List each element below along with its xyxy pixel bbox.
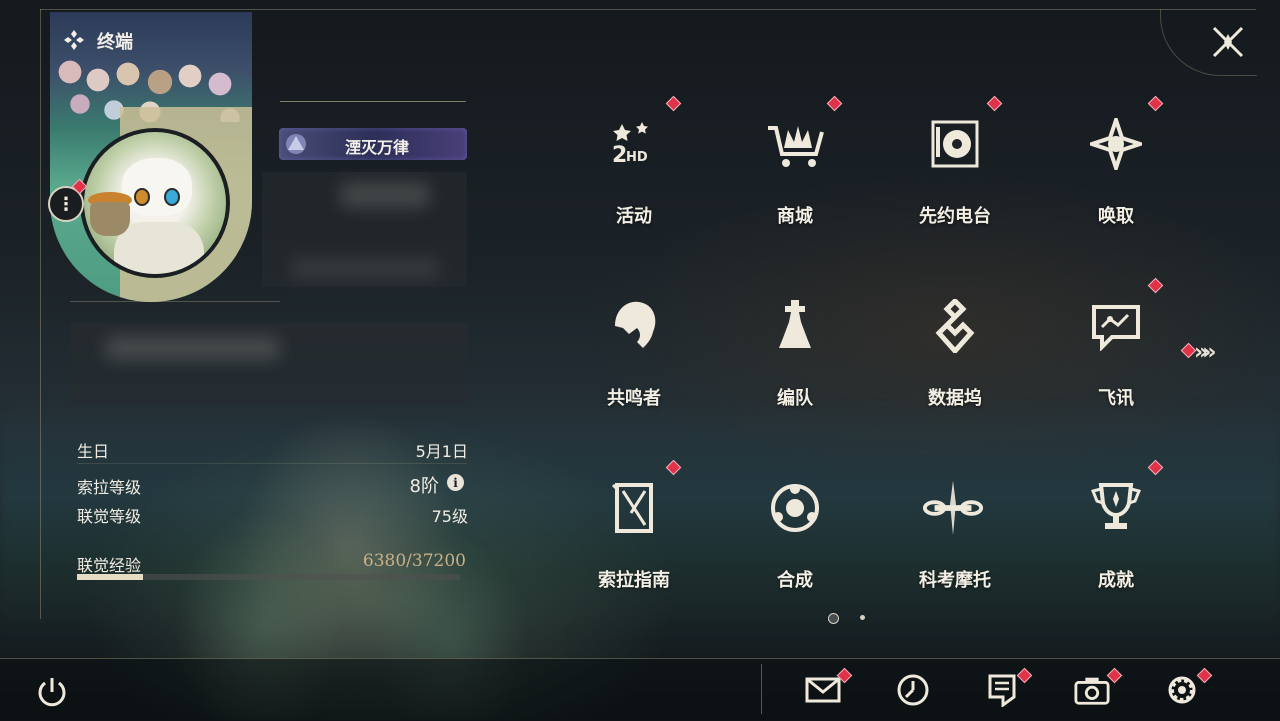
event-2hd-icon: 2 HD (602, 112, 666, 176)
title-badge-text: 湮灭万律 (345, 138, 410, 157)
terminal-diamond-icon (64, 30, 84, 50)
next-page-arrow-icon[interactable]: »» (1194, 340, 1217, 365)
shop-badge (826, 95, 843, 112)
title-emblem-icon (286, 134, 306, 154)
resonator-portrait-icon (602, 294, 666, 358)
summon-compass-icon (1084, 112, 1148, 176)
exp-value: 6380/37200 (362, 551, 466, 571)
guide-badge (665, 459, 682, 476)
menu-label: 共鸣者 (607, 388, 661, 409)
menu-label: 活动 (616, 206, 652, 227)
menu-item-radio[interactable]: 先约电台 (905, 94, 1065, 244)
radio-badge (986, 95, 1003, 112)
clock-icon[interactable] (895, 672, 931, 708)
message-chat-icon (1084, 294, 1148, 358)
frame-left-line (40, 9, 41, 619)
mail-icon[interactable] (805, 672, 841, 708)
menu-label: 编队 (777, 388, 813, 409)
page-title: 终端 (97, 32, 133, 53)
signature-area[interactable] (70, 323, 468, 403)
menu-label: 合成 (777, 570, 813, 591)
radio-icon (923, 112, 987, 176)
title-divider (280, 101, 466, 102)
menu-item-shop[interactable]: 商城 (745, 94, 905, 244)
menu-item-achievements[interactable]: 成就 (1066, 458, 1226, 608)
union-level-value: 75级 (431, 507, 468, 526)
power-icon[interactable] (34, 674, 70, 710)
trophy-icon (1084, 476, 1148, 540)
menu-label: 商城 (777, 206, 813, 227)
frame-top-line (40, 9, 1256, 10)
guide-book-icon (602, 476, 666, 540)
page-dot-1[interactable] (828, 613, 839, 624)
summon-badge (1147, 95, 1164, 112)
menu-item-guide[interactable]: 索拉指南 (584, 458, 744, 608)
menu-label: 先约电台 (919, 206, 991, 227)
menu-item-team[interactable]: 编队 (745, 276, 905, 426)
player-id-blur (290, 258, 440, 278)
shop-cart-icon (763, 112, 827, 176)
menu-label: 数据坞 (928, 388, 982, 409)
settings-gear-icon[interactable] (1164, 672, 1200, 708)
achievements-badge (1147, 459, 1164, 476)
page-dot-2[interactable] (860, 615, 865, 620)
menu-label: 唤取 (1098, 206, 1134, 227)
sola-level-value: 8阶 (409, 476, 439, 497)
menu-item-synthesis[interactable]: 合成 (745, 458, 905, 608)
avatar-cup (90, 202, 130, 236)
avatar-robe (114, 222, 204, 274)
sola-level-label: 索拉等级 (77, 478, 142, 497)
menu-label: 索拉指南 (598, 570, 670, 591)
birthday-label: 生日 (77, 442, 110, 461)
info-icon[interactable]: i (447, 474, 464, 491)
avatar-face (122, 158, 192, 216)
messages-badge (1147, 277, 1164, 294)
exp-label: 联觉经验 (77, 556, 142, 575)
bottom-divider (761, 664, 762, 714)
close-icon[interactable] (1210, 24, 1246, 60)
menu-label: 成就 (1098, 570, 1134, 591)
notice-icon[interactable] (984, 672, 1020, 708)
menu-item-resonators[interactable]: 共鸣者 (584, 276, 744, 426)
data-bank-icon (923, 294, 987, 358)
svg-text:HD: HD (626, 150, 648, 165)
avatar[interactable] (80, 128, 230, 278)
menu-label: 飞讯 (1098, 388, 1134, 409)
team-chess-icon (763, 294, 827, 358)
signature-blur (105, 336, 280, 360)
menu-item-activity[interactable]: 2 HD 活动 (584, 94, 744, 244)
player-name-blur (340, 182, 430, 208)
synthesis-icon (763, 476, 827, 540)
avatar-eye-right (164, 188, 180, 206)
exp-progress-fill (77, 574, 143, 580)
menu-item-data-bank[interactable]: 数据坞 (905, 276, 1065, 426)
motorcycle-icon (921, 476, 985, 540)
menu-item-summon[interactable]: 唤取 (1066, 94, 1226, 244)
birthday-value: 5月1日 (415, 442, 468, 461)
avatar-eye-left (134, 188, 150, 206)
menu-item-motorcycle[interactable]: 科考摩托 (905, 458, 1065, 608)
stats-divider (77, 463, 467, 464)
profile-divider (70, 301, 280, 302)
menu-label: 科考摩托 (919, 570, 991, 591)
camera-icon[interactable] (1074, 672, 1110, 708)
activity-badge (665, 95, 682, 112)
exp-progress-bar (77, 574, 460, 580)
union-level-label: 联觉等级 (77, 507, 142, 526)
